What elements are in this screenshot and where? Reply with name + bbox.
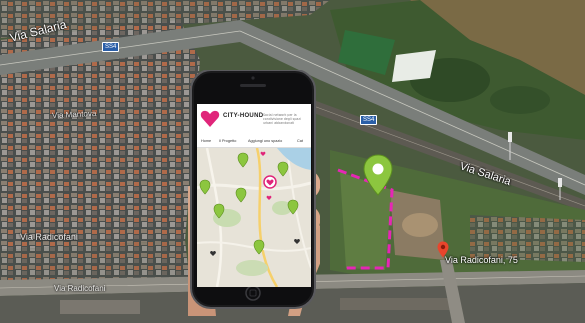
app-map[interactable] <box>197 148 311 287</box>
app-tagline: Social network per la condivisione degli… <box>263 113 301 125</box>
street-label-via-radicofani: Via Radicofani <box>20 232 78 242</box>
route-shield: SS4 <box>102 42 120 52</box>
app-name: CITY-HOUND <box>223 113 264 119</box>
address-label: Via Radicofani, 75 <box>445 255 518 265</box>
app-header: CITY-HOUND Social network per la condivi… <box>197 104 311 134</box>
nav-aggiungi-spazio[interactable]: Aggiungi uno spazio <box>248 139 282 143</box>
heart-logo-icon <box>200 110 220 127</box>
photo-composite: SS4 SS4 Via Salaria Via Salaria Via Radi… <box>0 0 585 323</box>
phone-screen: CITY-HOUND Social network per la condivi… <box>197 104 311 287</box>
nav-il-progetto[interactable]: Il Progetto <box>219 139 236 143</box>
route-shield: SS4 <box>360 115 378 125</box>
nav-home[interactable]: Home <box>201 139 211 143</box>
app-nav: Home Il Progetto Aggiungi uno spazio Cat <box>197 136 311 148</box>
map-pin-icon[interactable] <box>363 154 393 196</box>
nav-categorie[interactable]: Cat <box>297 139 303 143</box>
street-label-via-radicofani: Via Radicofani <box>54 284 106 293</box>
